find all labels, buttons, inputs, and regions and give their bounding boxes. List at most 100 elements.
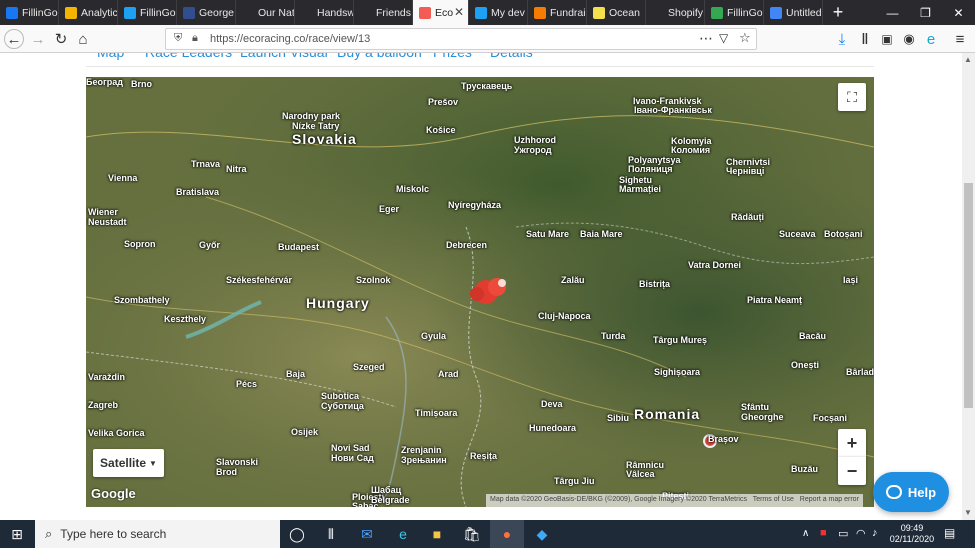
edge-extension-icon[interactable]: e: [921, 29, 941, 49]
url-text[interactable]: https://ecoracing.co/race/view/13: [210, 33, 370, 45]
home-button[interactable]: ⌂: [73, 29, 93, 49]
browser-tab-bar: FillinGo Analytics FillinGo George Our Natur…: [0, 0, 975, 25]
browser-tab[interactable]: Handsworth: [295, 0, 354, 25]
minimize-button[interactable]: —: [876, 0, 909, 25]
close-window-button[interactable]: ✕: [942, 0, 975, 25]
network-icon[interactable]: ◠: [856, 527, 866, 540]
map-place-label: Onești: [791, 360, 820, 370]
page-nav-link[interactable]: Buy a balloon: [337, 53, 422, 60]
notifications-icon[interactable]: ▤: [944, 526, 955, 540]
windows-start-icon[interactable]: ⊞: [0, 520, 34, 548]
firefox-icon[interactable]: ●: [490, 520, 524, 548]
browser-tab[interactable]: Analytics: [59, 0, 118, 25]
report-map-error-link[interactable]: Report a map error: [800, 496, 859, 503]
page-scrollbar[interactable]: ▲ ▼: [962, 53, 975, 520]
map-place-label: Arad: [438, 369, 459, 379]
restore-button[interactable]: ❐: [909, 0, 942, 25]
zoom-out-button[interactable]: −: [838, 457, 866, 485]
cortana-icon[interactable]: ◯: [280, 520, 314, 548]
page-nav-link[interactable]: Details: [490, 53, 533, 60]
race-map[interactable]: Brno Prešov Трускавець Ivano-Frankivsk Івано…: [86, 77, 874, 507]
map-place-label: Нови Сад: [331, 453, 374, 463]
tab-label: Handsworth: [317, 6, 353, 19]
app-icon[interactable]: ◆: [525, 520, 559, 548]
map-place-label: Gyula: [421, 331, 447, 341]
page-nav-link[interactable]: Launch Visual: [240, 53, 328, 60]
scroll-up-icon[interactable]: ▲: [964, 55, 972, 64]
bookmark-star-icon[interactable]: ☆: [739, 30, 751, 46]
page-nav-link[interactable]: Race Leaders: [145, 53, 232, 60]
zoom-in-button[interactable]: +: [838, 429, 866, 457]
store-icon[interactable]: 🛍︎: [455, 520, 489, 548]
terms-of-use-link[interactable]: Terms of Use: [753, 496, 794, 503]
volume-icon[interactable]: ♪: [872, 527, 878, 539]
map-place-label: Székesfehérvár: [226, 275, 293, 285]
browser-tab[interactable]: FillinGo: [0, 0, 59, 25]
forward-button[interactable]: →: [28, 29, 48, 49]
map-place-label: Suceava: [779, 229, 816, 239]
browser-tab[interactable]: Untitled: [764, 0, 823, 25]
browser-tab[interactable]: Shopify: [646, 0, 705, 25]
show-hidden-icons[interactable]: ∧: [802, 528, 809, 539]
browser-tab[interactable]: Friends of: [354, 0, 413, 25]
page-actions-icon[interactable]: ⋯: [699, 30, 713, 47]
tab-favicon-icon: [593, 6, 605, 19]
sidebar-icon[interactable]: ▣: [877, 29, 897, 49]
browser-tab[interactable]: FillinGo: [705, 0, 764, 25]
reload-button[interactable]: ↻: [51, 29, 71, 49]
browser-tab[interactable]: Eco ✕: [413, 0, 469, 25]
tab-favicon-icon: [711, 6, 723, 19]
edge-icon[interactable]: e: [386, 520, 420, 548]
map-place-label: Košice: [426, 125, 456, 135]
map-type-button[interactable]: Satellite ▼: [93, 449, 164, 477]
clock-date: 02/11/2020: [889, 534, 935, 544]
pocket-icon[interactable]: ▽: [719, 31, 728, 45]
page-nav-link[interactable]: Prizes: [433, 53, 472, 60]
extension-icon[interactable]: ◉: [899, 29, 919, 49]
file-explorer-icon[interactable]: ■: [420, 520, 454, 548]
map-place-label: Târgu Mureș: [653, 335, 708, 345]
lock-icon[interactable]: 🔒︎: [192, 32, 198, 45]
browser-tab[interactable]: George: [177, 0, 236, 25]
browser-tab[interactable]: Fundraise: [528, 0, 587, 25]
shield-icon[interactable]: ⛨: [174, 32, 182, 45]
map-place-label: Subotica: [321, 391, 360, 401]
map-place-label: Шабац: [371, 485, 402, 495]
taskbar-search[interactable]: ⌕ Type here to search: [35, 520, 280, 548]
back-button[interactable]: ←: [4, 29, 24, 49]
map-place-label: Hunedoara: [529, 423, 577, 433]
fullscreen-button[interactable]: ⛶: [838, 83, 866, 111]
address-bar[interactable]: ⛨ 🔒︎ https://ecoracing.co/race/view/13 ⋯…: [165, 28, 757, 50]
map-place-label: Deva: [541, 399, 563, 409]
clock[interactable]: 09:49 02/11/2020: [889, 523, 935, 545]
mail-icon[interactable]: ✉: [350, 520, 384, 548]
downloads-icon[interactable]: ⤓: [832, 29, 852, 49]
menu-icon[interactable]: ≡: [950, 29, 970, 49]
new-tab-button[interactable]: +: [823, 0, 853, 25]
scroll-down-icon[interactable]: ▼: [964, 508, 972, 517]
map-place-label: Pécs: [236, 379, 258, 389]
map-place-label: Eger: [379, 204, 400, 214]
page-nav-link[interactable]: Map: [97, 53, 124, 60]
map-place-label: Коломия: [671, 145, 711, 155]
map-place-label: Поляниця: [628, 164, 673, 174]
scrollbar-thumb[interactable]: [964, 183, 973, 408]
library-icon[interactable]: Ⅱ: [855, 29, 875, 49]
browser-tab[interactable]: FillinGo: [118, 0, 177, 25]
map-place-label: Debrecen: [446, 240, 488, 250]
tray-app-icon[interactable]: ■: [820, 527, 827, 539]
map-place-label: Cluj-Napoca: [538, 311, 591, 321]
tab-label: Our Natural: [258, 6, 295, 19]
browser-tab[interactable]: Ocean: [587, 0, 646, 25]
tab-favicon-icon: [301, 6, 313, 19]
tray-battery-icon[interactable]: ▭: [838, 527, 848, 540]
close-tab-icon[interactable]: ✕: [454, 5, 464, 19]
map-place-label: Buzău: [791, 464, 818, 474]
help-button[interactable]: Help: [873, 472, 949, 512]
map-place-label: Baja: [286, 369, 306, 379]
browser-tab[interactable]: Our Natural: [236, 0, 295, 25]
browser-tab[interactable]: My dev: [469, 0, 528, 25]
task-view-icon[interactable]: ⫴: [314, 520, 348, 548]
map-place-label: Београд: [86, 77, 123, 87]
map-place-label: Sfântu: [741, 402, 769, 412]
